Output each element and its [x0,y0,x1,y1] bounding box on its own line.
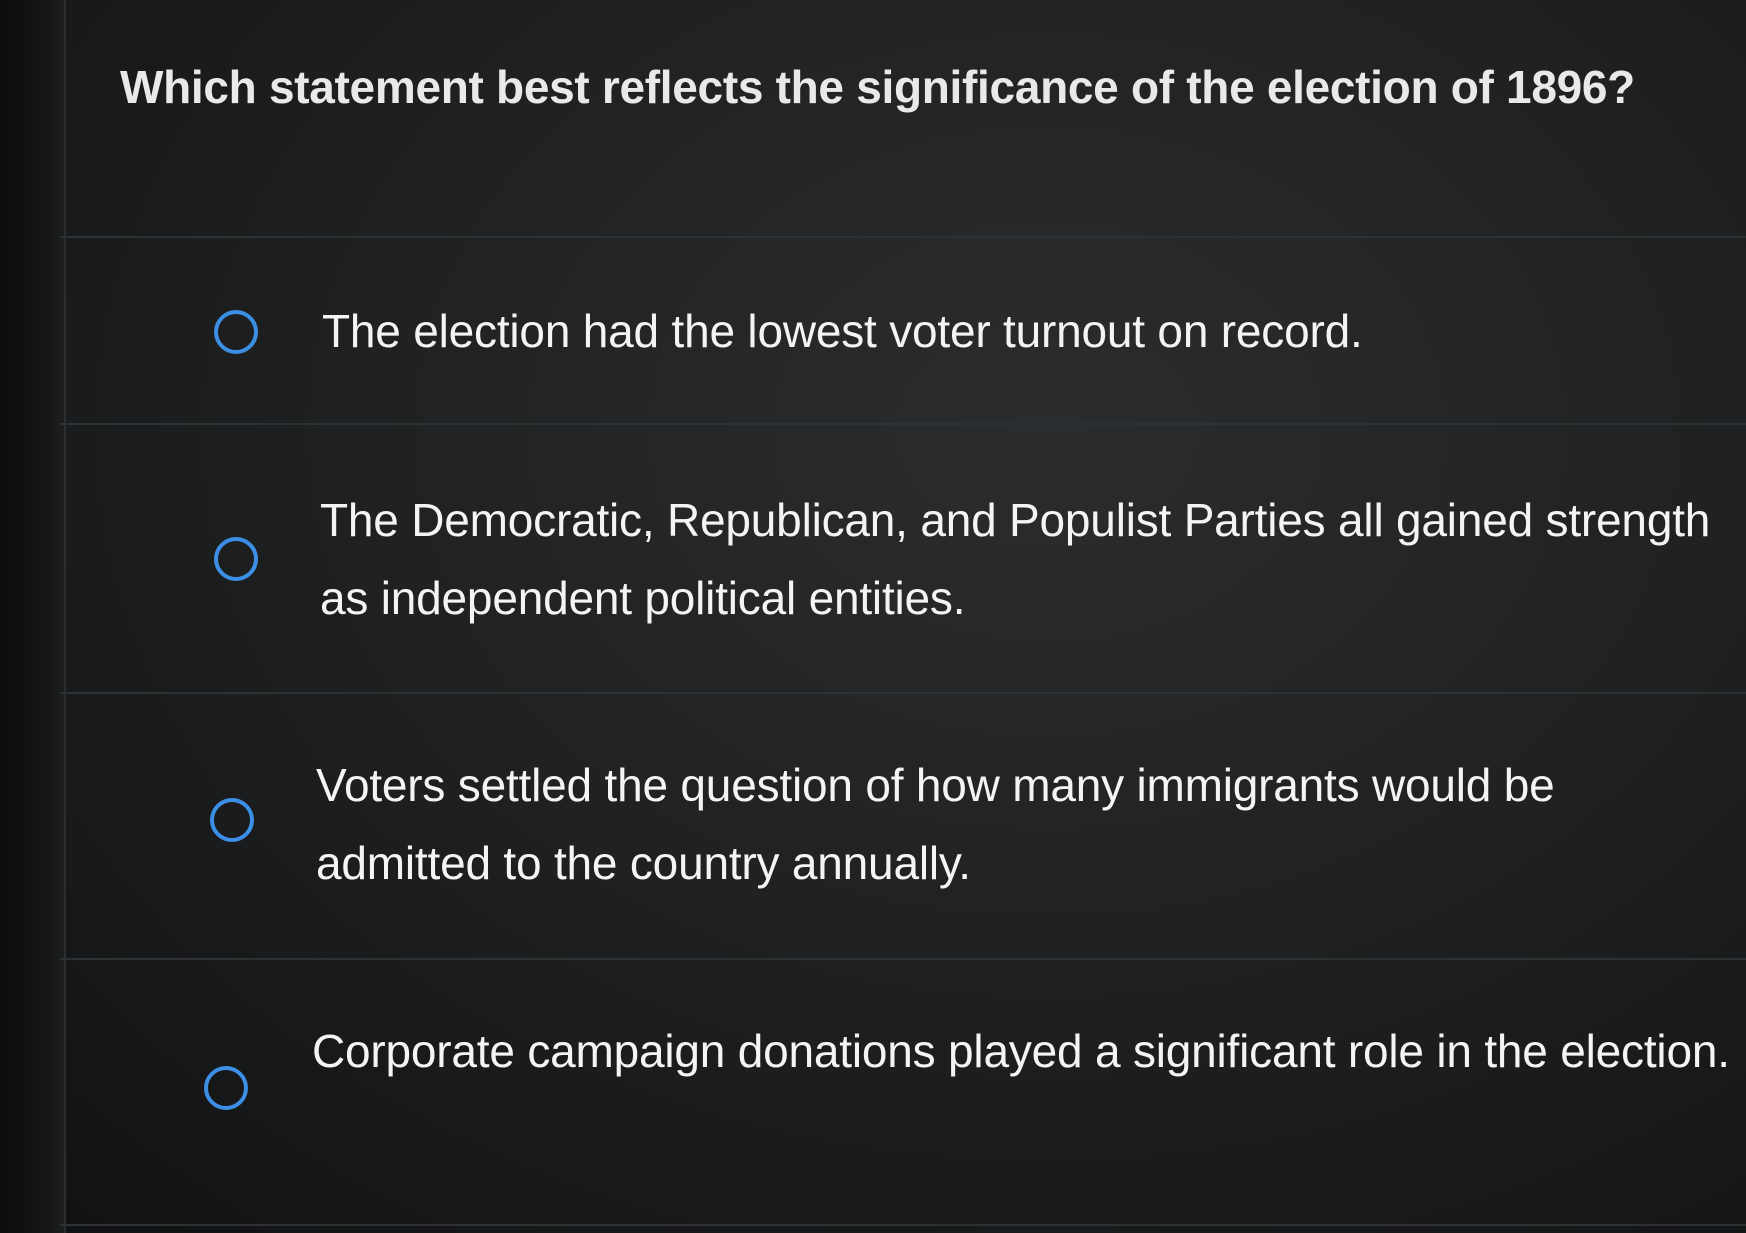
radio-button-4[interactable] [204,1066,248,1110]
answer-option-2-label: The Democratic, Republican, and Populist… [320,494,1711,624]
radio-button-2[interactable] [214,537,258,581]
radio-button-1[interactable] [214,310,258,354]
answer-option-4-label: Corporate campaign donations played a si… [312,1025,1730,1077]
radio-button-3[interactable] [210,798,254,842]
answer-option-3[interactable]: Voters settled the question of how many … [60,694,1746,958]
answer-option-1[interactable]: The election had the lowest voter turnou… [60,238,1746,423]
quiz-screen: Which statement best reflects the signif… [0,0,1746,1233]
answer-option-4[interactable]: Corporate campaign donations played a si… [60,960,1746,1224]
question-text: Which statement best reflects the signif… [120,61,1635,113]
screen-bezel [0,0,66,1233]
answer-option-2[interactable]: The Democratic, Republican, and Populist… [60,425,1746,692]
question-area: Which statement best reflects the signif… [120,60,1680,114]
divider [60,1224,1746,1226]
answer-option-1-label: The election had the lowest voter turnou… [322,305,1363,357]
answer-option-3-label: Voters settled the question of how many … [316,759,1555,889]
